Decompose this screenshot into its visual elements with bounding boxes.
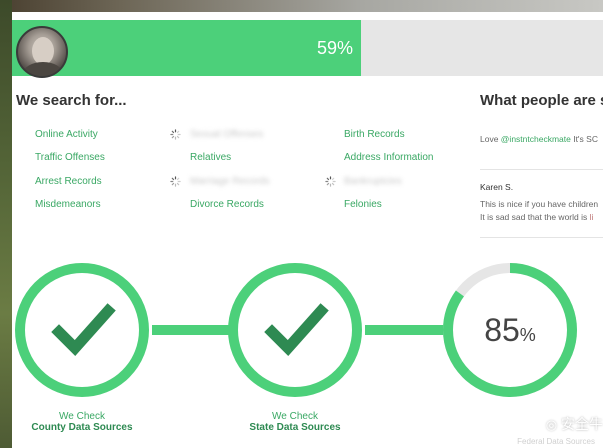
search-item-birth-records: Birth Records [344,129,405,140]
watermark-subtext: Federal Data Sources [517,437,595,446]
testimonial-second-link[interactable]: li [590,212,594,222]
testimonial-second-line2-text: It is sad sad that the world is [480,212,590,222]
loading-spinner-icon [170,129,181,140]
step-federal-percent: 85% [442,312,578,349]
testimonials-heading: What people are sa [480,92,603,109]
subject-avatar [16,26,68,78]
search-item-misdemeanors: Misdemeanors [35,199,101,210]
search-item-online-activity: Online Activity [35,129,98,140]
testimonial-handle-link[interactable]: @instntcheckmate [501,134,571,144]
step-state-label-line2: State Data Sources [249,422,341,433]
search-item-traffic-offenses: Traffic Offenses [35,152,105,163]
search-item-felonies: Felonies [344,199,382,210]
step-county-label-line2: County Data Sources [31,422,133,433]
search-item-marriage-records: Marriage Records [190,176,270,187]
testimonial-first: Love @instntcheckmate It's SC [480,134,598,144]
watermark-text: 安全牛 [561,416,603,432]
step-county-label: We Check County Data Sources [12,411,152,433]
avatar-face [32,37,54,65]
search-item-divorce-records: Divorce Records [190,199,264,210]
loading-spinner-icon [325,176,336,187]
step-federal-percent-sign: % [519,325,536,345]
background-photo-top [0,0,603,12]
search-heading: We search for... [16,92,127,109]
search-item-address-information: Address Information [344,152,434,163]
step-connector [365,325,445,335]
testimonial-first-prefix: Love [480,134,501,144]
step-state-circle [228,263,362,397]
search-item-arrest-records: Arrest Records [35,176,102,187]
testimonial-second-line2: It is sad sad that the world is li [480,212,593,222]
wechat-icon: ◎ [545,417,558,432]
search-item-sexual-offenses: Sexual Offenses [190,129,264,140]
testimonial-divider [480,237,603,238]
watermark: ◎ 安全牛 [546,414,603,434]
step-county-circle [15,263,149,397]
testimonial-first-suffix: It's SC [570,134,598,144]
progress-percent-label: 59% [317,38,354,58]
search-progress-bar: 59% [12,20,603,78]
step-county-label-line1: We Check [59,411,105,422]
search-item-bankruptcies: Bankruptcies [344,176,402,187]
step-connector [152,325,232,335]
step-state-label-line1: We Check [272,411,318,422]
testimonial-divider [480,169,603,170]
background-photo-left [0,0,12,448]
testimonial-second-line1: This is nice if you have children [480,199,599,209]
loading-spinner-icon [170,176,181,187]
step-federal-percent-value: 85 [484,312,520,348]
step-state-label: We Check State Data Sources [225,411,365,433]
search-progress-modal: 59% We search for... Online Activity Tra… [12,12,603,448]
search-item-relatives: Relatives [190,152,232,163]
testimonial-author-name: Karen S. [480,182,514,192]
avatar-body [23,62,63,76]
